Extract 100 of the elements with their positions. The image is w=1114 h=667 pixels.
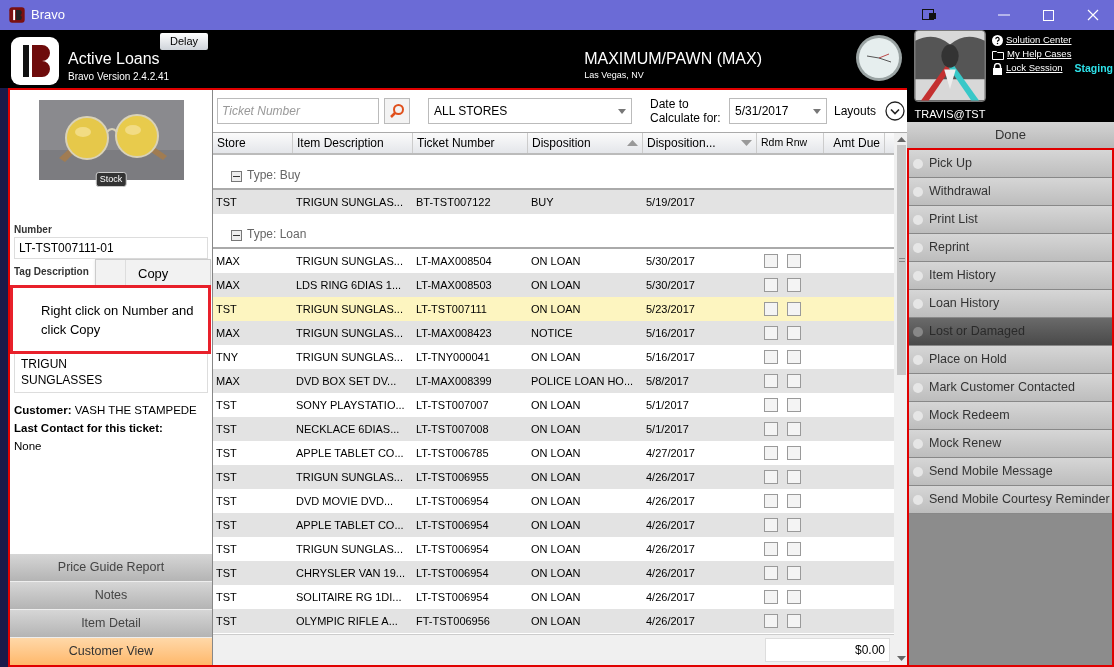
sort-down-icon bbox=[741, 140, 752, 146]
table-row[interactable]: TST TRIGUN SUNGLAS... LT-TST006955 ON LOAN 4/26/2017 bbox=[213, 465, 895, 489]
checkbox[interactable] bbox=[787, 518, 801, 532]
nav-button[interactable]: Price Guide Report bbox=[10, 554, 212, 581]
checkbox[interactable] bbox=[764, 470, 778, 484]
column-header[interactable]: Store bbox=[213, 133, 293, 153]
close-icon[interactable] bbox=[1087, 9, 1099, 21]
table-cell-text: 5/19/2017 bbox=[645, 194, 696, 210]
header-link[interactable]: Lock Session bbox=[1006, 61, 1063, 76]
snap-icon[interactable] bbox=[922, 9, 936, 21]
ticket-number-field[interactable]: Ticket Number bbox=[217, 98, 379, 124]
action-button[interactable]: Send Mobile Message bbox=[909, 458, 1112, 486]
column-header[interactable]: Disposition bbox=[528, 133, 643, 153]
delay-button[interactable]: Delay bbox=[160, 33, 208, 50]
checkbox[interactable] bbox=[787, 446, 801, 460]
checkbox[interactable] bbox=[764, 302, 778, 316]
layouts-label: Layouts bbox=[834, 103, 877, 120]
checkbox[interactable] bbox=[764, 518, 778, 532]
table-cell-text: OLYMPIC RIFLE A... bbox=[295, 613, 399, 629]
checkbox[interactable] bbox=[764, 374, 778, 388]
table-row[interactable]: MAX LDS RING 6DIAS 1... LT-MAX008503 ON LOAN 5/30/2017 bbox=[213, 273, 895, 297]
store-filter-dropdown[interactable]: ALL STORES bbox=[428, 98, 632, 124]
action-button[interactable]: Mark Customer Contacted bbox=[909, 374, 1112, 402]
collapse-icon[interactable] bbox=[231, 230, 242, 241]
checkbox[interactable] bbox=[787, 542, 801, 556]
table-cell-text: APPLE TABLET CO... bbox=[295, 517, 405, 533]
checkbox[interactable] bbox=[764, 398, 778, 412]
nav-button[interactable]: Customer View bbox=[10, 638, 212, 665]
column-header[interactable]: Rdm Rnw bbox=[757, 133, 824, 153]
scroll-up-icon[interactable] bbox=[897, 137, 907, 142]
checkbox[interactable] bbox=[787, 374, 801, 388]
maximize-icon[interactable] bbox=[1043, 9, 1054, 21]
checkbox[interactable] bbox=[764, 566, 778, 580]
table-cell-text: 4/26/2017 bbox=[645, 565, 696, 581]
table-row[interactable]: MAX DVD BOX SET DV... LT-MAX008399 POLICE LOAN HO... 5/8/2017 bbox=[213, 369, 895, 393]
checkbox[interactable] bbox=[787, 254, 801, 268]
table-cell-text: CHRYSLER VAN 19... bbox=[295, 565, 407, 581]
table-cell-text: ON LOAN bbox=[530, 517, 582, 533]
action-button[interactable]: Reprint bbox=[909, 234, 1112, 262]
action-button[interactable]: Loan History bbox=[909, 290, 1112, 318]
table-cell-text: ON LOAN bbox=[530, 613, 582, 629]
checkbox[interactable] bbox=[787, 326, 801, 340]
action-button[interactable]: Send Mobile Courtesy Reminder bbox=[909, 486, 1112, 514]
number-field[interactable]: LT-TST007111-01 bbox=[14, 237, 208, 259]
table-row[interactable]: TST OLYMPIC RIFLE A... FT-TST006956 ON LOAN 4/26/2017 bbox=[213, 609, 895, 633]
table-row[interactable]: TST TRIGUN SUNGLAS... BT-TST007122 BUY 5/19/2017 bbox=[213, 190, 895, 214]
table-cell-text: APPLE TABLET CO... bbox=[295, 445, 405, 461]
action-button[interactable]: Pick Up bbox=[909, 150, 1112, 178]
checkbox[interactable] bbox=[787, 494, 801, 508]
checkbox[interactable] bbox=[764, 542, 778, 556]
checkbox[interactable] bbox=[787, 350, 801, 364]
checkbox[interactable] bbox=[787, 566, 801, 580]
table-row[interactable]: TST NECKLACE 6DIAS... LT-TST007008 ON LOAN 5/1/2017 bbox=[213, 417, 895, 441]
menu-item[interactable]: Copy bbox=[126, 264, 169, 284]
checkbox[interactable] bbox=[764, 254, 778, 268]
action-button[interactable]: Mock Renew bbox=[909, 430, 1112, 458]
checkbox[interactable] bbox=[764, 590, 778, 604]
header-link[interactable]: My Help Cases bbox=[1007, 47, 1072, 62]
action-button[interactable]: Withdrawal bbox=[909, 178, 1112, 206]
table-row[interactable]: TST CHRYSLER VAN 19... LT-TST006954 ON LOAN 4/26/2017 bbox=[213, 561, 895, 585]
checkbox[interactable] bbox=[787, 302, 801, 316]
checkbox[interactable] bbox=[787, 278, 801, 292]
collapse-icon[interactable] bbox=[231, 171, 242, 182]
table-cell-text: TST bbox=[215, 541, 238, 557]
checkbox[interactable] bbox=[764, 278, 778, 292]
checkbox[interactable] bbox=[764, 350, 778, 364]
action-button[interactable]: Place on Hold bbox=[909, 346, 1112, 374]
table-cell-text: ON LOAN bbox=[530, 349, 582, 365]
action-button[interactable]: Mock Redeem bbox=[909, 402, 1112, 430]
column-header[interactable]: Ticket Number bbox=[413, 133, 528, 153]
checkbox[interactable] bbox=[787, 614, 801, 628]
table-cell-text: LT-TST007007 bbox=[415, 397, 490, 413]
nav-button[interactable]: Notes bbox=[10, 582, 212, 609]
action-button[interactable]: Print List bbox=[909, 206, 1112, 234]
column-header[interactable]: Disposition... bbox=[643, 133, 757, 153]
checkbox[interactable] bbox=[764, 326, 778, 340]
column-header[interactable]: Amt Due bbox=[824, 133, 885, 153]
checkbox[interactable] bbox=[764, 446, 778, 460]
checkbox[interactable] bbox=[787, 398, 801, 412]
table-cell-text: LT-TST006955 bbox=[415, 469, 490, 485]
checkbox[interactable] bbox=[787, 422, 801, 436]
table-row[interactable]: TST TRIGUN SUNGLAS... LT-TST007111 ON LOAN 5/23/2017 bbox=[213, 297, 895, 321]
date-dropdown[interactable]: 5/31/2017 bbox=[729, 98, 827, 124]
column-header[interactable]: Item Description bbox=[293, 133, 413, 153]
checkbox[interactable] bbox=[764, 614, 778, 628]
nav-button[interactable]: Item Detail bbox=[10, 610, 212, 637]
table-row[interactable]: TST APPLE TABLET CO... LT-TST006954 ON LOAN 4/26/2017 bbox=[213, 513, 895, 537]
checkbox[interactable] bbox=[764, 494, 778, 508]
scroll-down-icon[interactable] bbox=[897, 656, 907, 661]
header-link[interactable]: Solution Center bbox=[1006, 33, 1072, 48]
table-row[interactable]: MAX TRIGUN SUNGLAS... LT-MAX008423 NOTICE 5/16/2017 bbox=[213, 321, 895, 345]
checkbox[interactable] bbox=[787, 470, 801, 484]
window-title: Bravo bbox=[31, 6, 65, 25]
checkbox[interactable] bbox=[787, 590, 801, 604]
customer-label: Customer: bbox=[14, 404, 72, 416]
search-button[interactable] bbox=[384, 98, 410, 124]
chevron-down-icon[interactable] bbox=[885, 101, 906, 121]
action-button[interactable]: Item History bbox=[909, 262, 1112, 290]
done-button[interactable]: Done bbox=[907, 122, 1114, 150]
checkbox[interactable] bbox=[764, 422, 778, 436]
